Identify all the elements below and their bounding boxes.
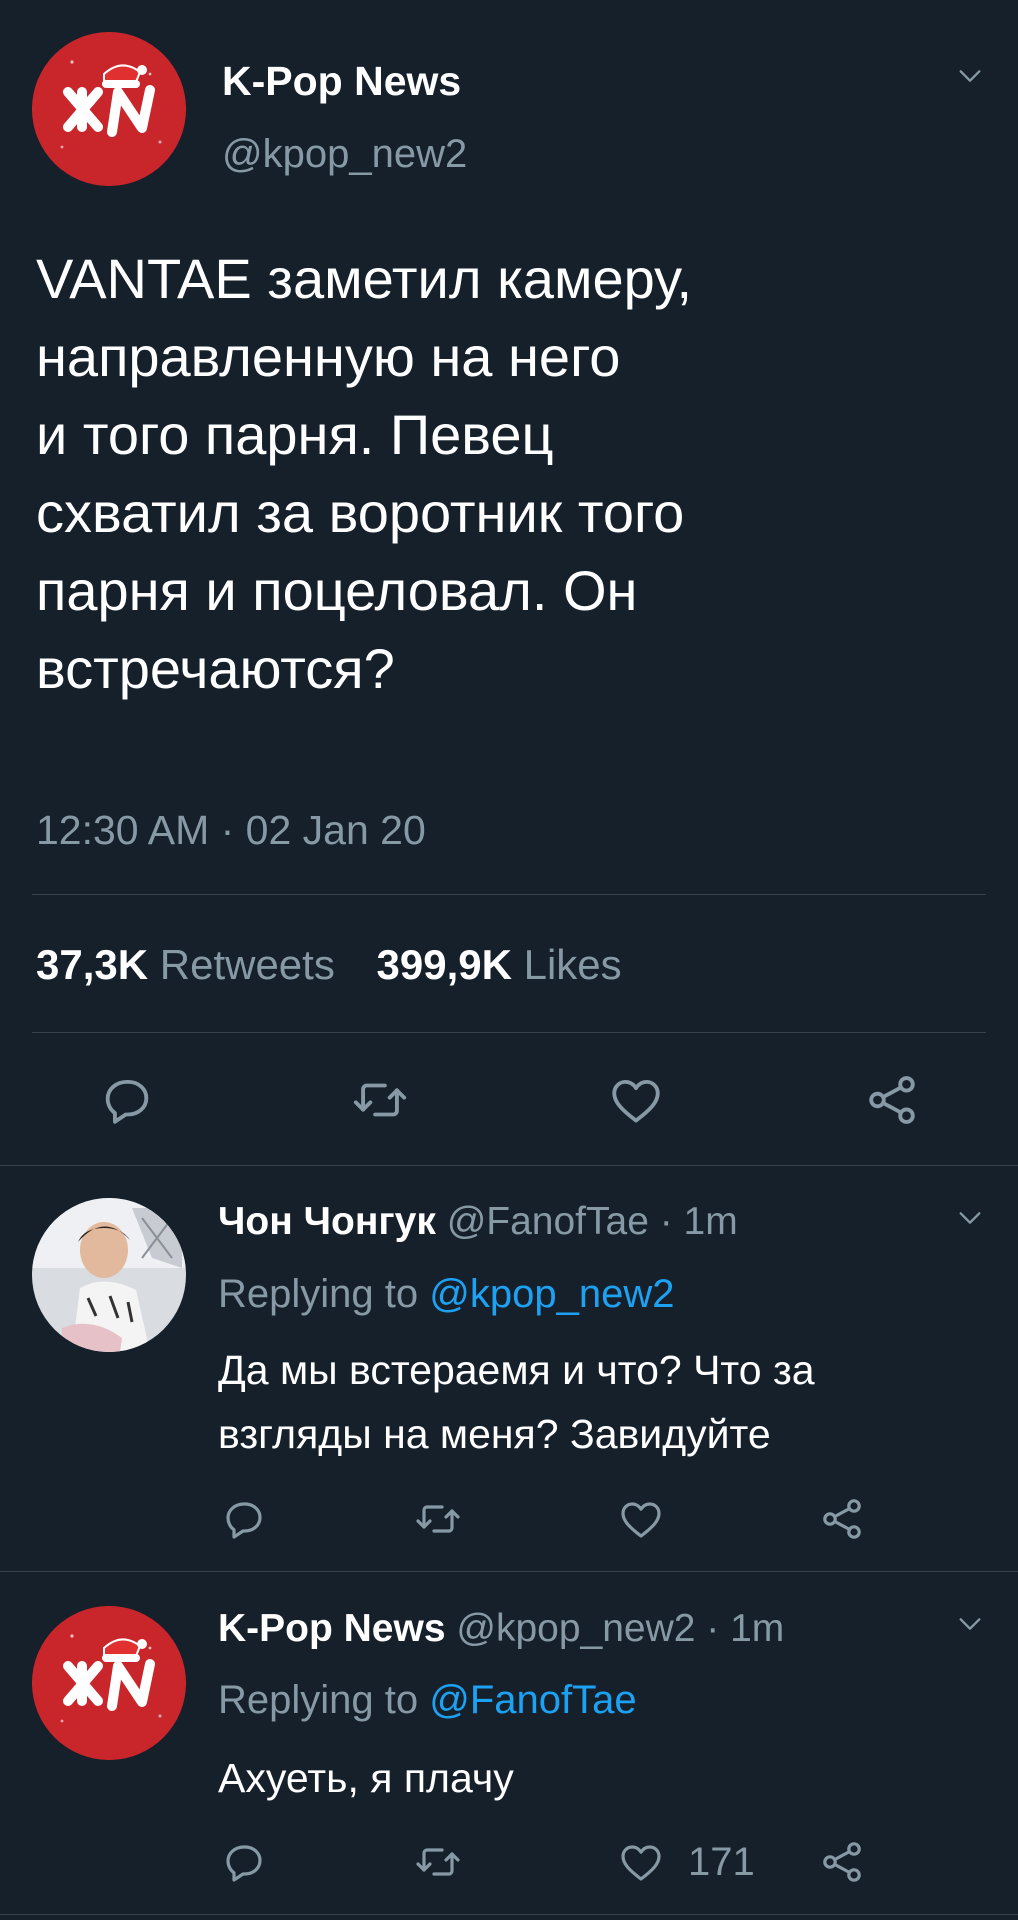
tweet-text-line: VANTAE заметил камеру, xyxy=(36,247,693,310)
divider xyxy=(0,1571,1018,1572)
retweet-icon[interactable] xyxy=(414,1495,462,1543)
reply-text-line: взгляды на меня? Завидуйте xyxy=(218,1411,771,1457)
reply-icon[interactable] xyxy=(98,1071,156,1129)
reply-author-name[interactable]: Чон Чонгук xyxy=(218,1200,436,1243)
tweet-text-line: встречаются? xyxy=(36,637,395,700)
tweet-text-line: и того парня. Певец xyxy=(36,403,554,466)
chevron-down-icon[interactable] xyxy=(950,1610,990,1638)
like-icon[interactable] xyxy=(607,1071,665,1129)
retweets-stat[interactable]: 37,3K Retweets xyxy=(36,941,347,988)
replying-to-label: Replying to xyxy=(218,1678,430,1722)
tweet-text: VANTAE заметил камеру, направленную на н… xyxy=(36,240,692,708)
author-handle[interactable]: @kpop_new2 xyxy=(222,132,467,177)
divider xyxy=(0,1165,1018,1166)
author-name[interactable]: K-Pop News xyxy=(222,58,461,105)
like-icon[interactable] xyxy=(617,1495,665,1543)
reply-icon[interactable] xyxy=(220,1838,268,1886)
reply-text: Да мы встераемя и что? Что за взгляды на… xyxy=(218,1338,815,1466)
avatar[interactable] xyxy=(32,1606,186,1760)
replying-to: Replying to @FanofTae xyxy=(218,1678,637,1723)
replying-to-link[interactable]: @FanofTae xyxy=(429,1678,636,1722)
likes-count: 399,9K xyxy=(376,941,512,988)
avatar[interactable] xyxy=(32,32,186,186)
reply-author-name[interactable]: K-Pop News xyxy=(218,1607,446,1650)
reply-author-meta[interactable]: @kpop_new2 · 1m xyxy=(456,1607,784,1650)
reply-text-line: Да мы встераемя и что? Что за xyxy=(218,1347,815,1393)
likes-label: Likes xyxy=(523,941,622,988)
share-icon[interactable] xyxy=(863,1071,921,1129)
share-icon[interactable] xyxy=(818,1495,866,1543)
chevron-down-icon[interactable] xyxy=(950,62,990,90)
reply-text: Ахуеть, я плачу xyxy=(218,1746,514,1810)
likes-stat[interactable]: 399,9K Likes xyxy=(377,941,622,988)
reply-author-meta[interactable]: @FanofTae · 1m xyxy=(447,1200,738,1243)
replying-to: Replying to @kpop_new2 xyxy=(218,1272,674,1317)
like-count: 171 xyxy=(688,1840,755,1884)
tweet-text-line: схватил за воротник того xyxy=(36,481,685,544)
tweet-text-line: парня и поцеловал. Он xyxy=(36,559,638,622)
share-icon[interactable] xyxy=(818,1838,866,1886)
retweets-label: Retweets xyxy=(159,941,335,988)
retweet-icon[interactable] xyxy=(351,1071,409,1129)
replying-to-link[interactable]: @kpop_new2 xyxy=(429,1272,674,1316)
divider xyxy=(32,1032,986,1033)
chevron-down-icon[interactable] xyxy=(950,1204,990,1232)
tweet-text-line: направленную на него xyxy=(36,325,621,388)
replying-to-label: Replying to xyxy=(218,1272,430,1316)
retweet-icon[interactable] xyxy=(414,1838,462,1886)
engagement-stats: 37,3K Retweets 399,9K Likes xyxy=(36,941,622,989)
like-icon[interactable] xyxy=(617,1838,665,1886)
divider xyxy=(0,1914,1018,1915)
divider xyxy=(32,894,986,895)
kpop-news-logo xyxy=(32,32,186,186)
avatar[interactable] xyxy=(32,1198,186,1352)
tweet-timestamp: 12:30 AM · 02 Jan 20 xyxy=(36,807,426,853)
reply-icon[interactable] xyxy=(220,1495,268,1543)
retweets-count: 37,3K xyxy=(36,941,149,988)
kpop-news-logo xyxy=(32,1606,186,1760)
reply-header: Чон Чонгук @FanofTae · 1m xyxy=(218,1200,738,1244)
reply-header: K-Pop News @kpop_new2 · 1m xyxy=(218,1607,784,1651)
profile-photo xyxy=(32,1198,186,1352)
reply-text-line: Ахуеть, я плачу xyxy=(218,1755,514,1801)
